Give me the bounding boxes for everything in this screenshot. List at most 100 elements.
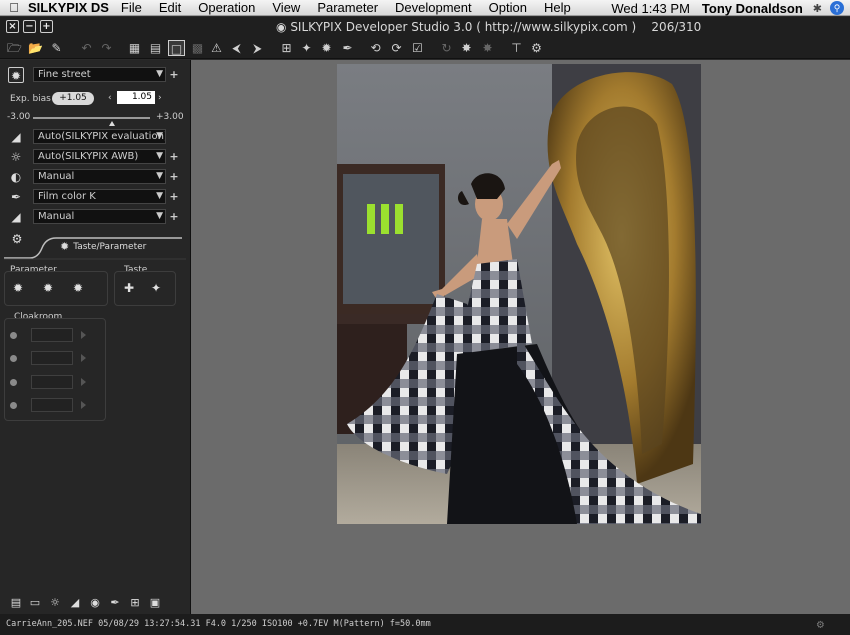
wb-select[interactable]: Auto(SILKYPIX AWB) ▼	[33, 149, 166, 164]
menu-view[interactable]: View	[272, 0, 300, 15]
minimize-window-button[interactable]: −	[23, 20, 36, 33]
preview-view-icon[interactable]: □	[168, 40, 185, 56]
preview-viewport[interactable]	[190, 60, 850, 614]
text-tool-icon[interactable]: ⊤	[508, 40, 525, 56]
contrast-icon[interactable]: ◐	[8, 169, 24, 185]
parameter-icon-2[interactable]: ✹	[40, 281, 56, 295]
close-window-button[interactable]: ×	[6, 20, 19, 33]
cloakroom-slot-3-arrow-icon[interactable]	[81, 378, 86, 386]
cloakroom-slot-4[interactable]	[31, 398, 73, 412]
preview-image[interactable]	[337, 64, 701, 524]
color-select[interactable]: Film color K ▼	[33, 189, 166, 204]
decrement-arrow-icon[interactable]: ‹	[108, 93, 112, 103]
sun-icon[interactable]: ☼	[8, 149, 24, 165]
menu-clock[interactable]: Wed 1:43 PM	[611, 1, 690, 16]
rotate-left-icon[interactable]: ⟲	[367, 40, 384, 56]
lens-icon[interactable]: ▣	[148, 596, 162, 609]
exposure-input[interactable]: 1.05	[117, 91, 155, 104]
menu-operation[interactable]: Operation	[198, 0, 255, 15]
chevron-down-icon: ▼	[156, 131, 163, 141]
refresh-icon[interactable]: ↻	[438, 40, 455, 56]
menu-help[interactable]: Help	[544, 0, 571, 15]
sharpness-icon[interactable]: ◢	[8, 209, 24, 225]
taste-edit-icon[interactable]: ✦	[148, 281, 164, 295]
open-folder-icon[interactable]: 🗁	[6, 40, 23, 56]
toolbar: 🗁 📂 ✎ ↶ ↷ ▦ ▤ □ ▩ ⚠ ⮜ ⮞ ⊞ ✦ ✹ ✒ ⟲ ⟳ ☑ ↻ …	[0, 37, 850, 59]
parameter-icon-1[interactable]: ✹	[10, 281, 26, 295]
sharpness-select[interactable]: Manual ▼	[33, 209, 166, 224]
paste-params-icon[interactable]: ✸	[479, 40, 496, 56]
spotlight-icon[interactable]: ⚲	[830, 1, 844, 15]
brightness-icon[interactable]: ☼	[48, 596, 62, 609]
noise-icon[interactable]: ✒	[108, 596, 122, 609]
bluetooth-icon[interactable]: ✱	[813, 2, 822, 15]
contrast-select[interactable]: Manual ▼	[33, 169, 166, 184]
color-row: ✒ Film color K ▼ +	[0, 188, 190, 206]
cloakroom-slot-2-icon[interactable]	[10, 355, 17, 362]
window-title-text: SILKYPIX Developer Studio 3.0 ( http://w…	[290, 20, 637, 34]
exposure-bias-button[interactable]: +1.05	[52, 92, 94, 105]
color-sphere-icon[interactable]: ◉	[88, 596, 102, 609]
wb-eval-select[interactable]: Auto(SILKYPIX evaluation) ▼	[33, 129, 166, 144]
tab-taste-parameter-label: Taste/Parameter	[73, 241, 147, 252]
tone-curve-icon[interactable]: ◢	[68, 596, 82, 609]
menu-option[interactable]: Option	[489, 0, 527, 15]
contrast-add-button[interactable]: +	[169, 171, 179, 182]
undo-icon[interactable]: ↶	[78, 40, 95, 56]
crop-icon[interactable]: ⊞	[128, 596, 142, 609]
grid-icon[interactable]: ⊞	[278, 40, 295, 56]
histogram-icon[interactable]: ▤	[9, 596, 23, 609]
redo-icon[interactable]: ↷	[98, 40, 115, 56]
rotate-right-icon[interactable]: ⟳	[388, 40, 405, 56]
parameters-icon[interactable]: ⚙	[9, 232, 25, 246]
thumbnail-view-icon[interactable]: ▦	[126, 40, 143, 56]
previous-image-icon[interactable]: ⮜	[228, 40, 245, 56]
sharpness-add-button[interactable]: +	[169, 211, 179, 222]
menu-edit[interactable]: Edit	[159, 0, 181, 15]
dropper-icon[interactable]: ✒	[8, 189, 24, 205]
increment-arrow-icon[interactable]: ›	[158, 93, 162, 103]
menu-development[interactable]: Development	[395, 0, 472, 15]
wb-add-button[interactable]: +	[169, 151, 179, 162]
taste-icon[interactable]: ✹	[8, 67, 24, 83]
taste-add-icon[interactable]: ✚	[121, 281, 137, 295]
check-icon[interactable]: ☑	[409, 40, 426, 56]
cloakroom-slot-3[interactable]	[31, 375, 73, 389]
compare-view-icon[interactable]: ▩	[189, 40, 206, 56]
cloakroom-slot-1-arrow-icon[interactable]	[81, 331, 86, 339]
warning-icon[interactable]: ⚠	[208, 40, 225, 56]
next-image-icon[interactable]: ⮞	[249, 40, 266, 56]
cloakroom-slot-1-icon[interactable]	[10, 332, 17, 339]
parameter-icon-3[interactable]: ✹	[70, 281, 86, 295]
settings-icon[interactable]: ⚙	[528, 40, 545, 56]
taste-add-button[interactable]: +	[169, 69, 179, 80]
app-menu[interactable]: SILKYPIX DS	[28, 0, 109, 15]
contrast-value: Manual	[38, 171, 75, 182]
combined-view-icon[interactable]: ▤	[147, 40, 164, 56]
wand-icon[interactable]: ✹	[318, 40, 335, 56]
tab-taste-parameter[interactable]: ✹ Taste/Parameter	[60, 240, 146, 253]
color-add-button[interactable]: +	[169, 191, 179, 202]
cloakroom-slot-1[interactable]	[31, 328, 73, 342]
zoom-window-button[interactable]: +	[40, 20, 53, 33]
develop-icon[interactable]: ✎	[48, 40, 65, 56]
cloakroom-slot-2[interactable]	[31, 351, 73, 365]
exposure-icon[interactable]: ◢	[8, 129, 24, 145]
apply-icon[interactable]: ✸	[458, 40, 475, 56]
menu-parameter[interactable]: Parameter	[317, 0, 378, 15]
apple-icon[interactable]: 	[0, 0, 28, 15]
exposure-max-label: +3.00	[156, 112, 184, 122]
spot-tool-icon[interactable]: ✦	[298, 40, 315, 56]
taste-select[interactable]: Fine street ▼	[33, 67, 166, 82]
cloakroom-slot-4-icon[interactable]	[10, 402, 17, 409]
pen-icon[interactable]: ✒	[339, 40, 356, 56]
user-menu[interactable]: Tony Donaldson	[702, 1, 803, 16]
exif-icon[interactable]: ▭	[28, 596, 42, 609]
cloakroom-slot-4-arrow-icon[interactable]	[81, 401, 86, 409]
cloakroom-slot-3-icon[interactable]	[10, 379, 17, 386]
cloakroom-slot-2-arrow-icon[interactable]	[81, 354, 86, 362]
exposure-slider[interactable]	[33, 117, 150, 119]
exposure-slider-knob[interactable]	[108, 121, 115, 126]
menu-file[interactable]: File	[121, 0, 142, 15]
open-file-icon[interactable]: 📂	[27, 40, 44, 56]
